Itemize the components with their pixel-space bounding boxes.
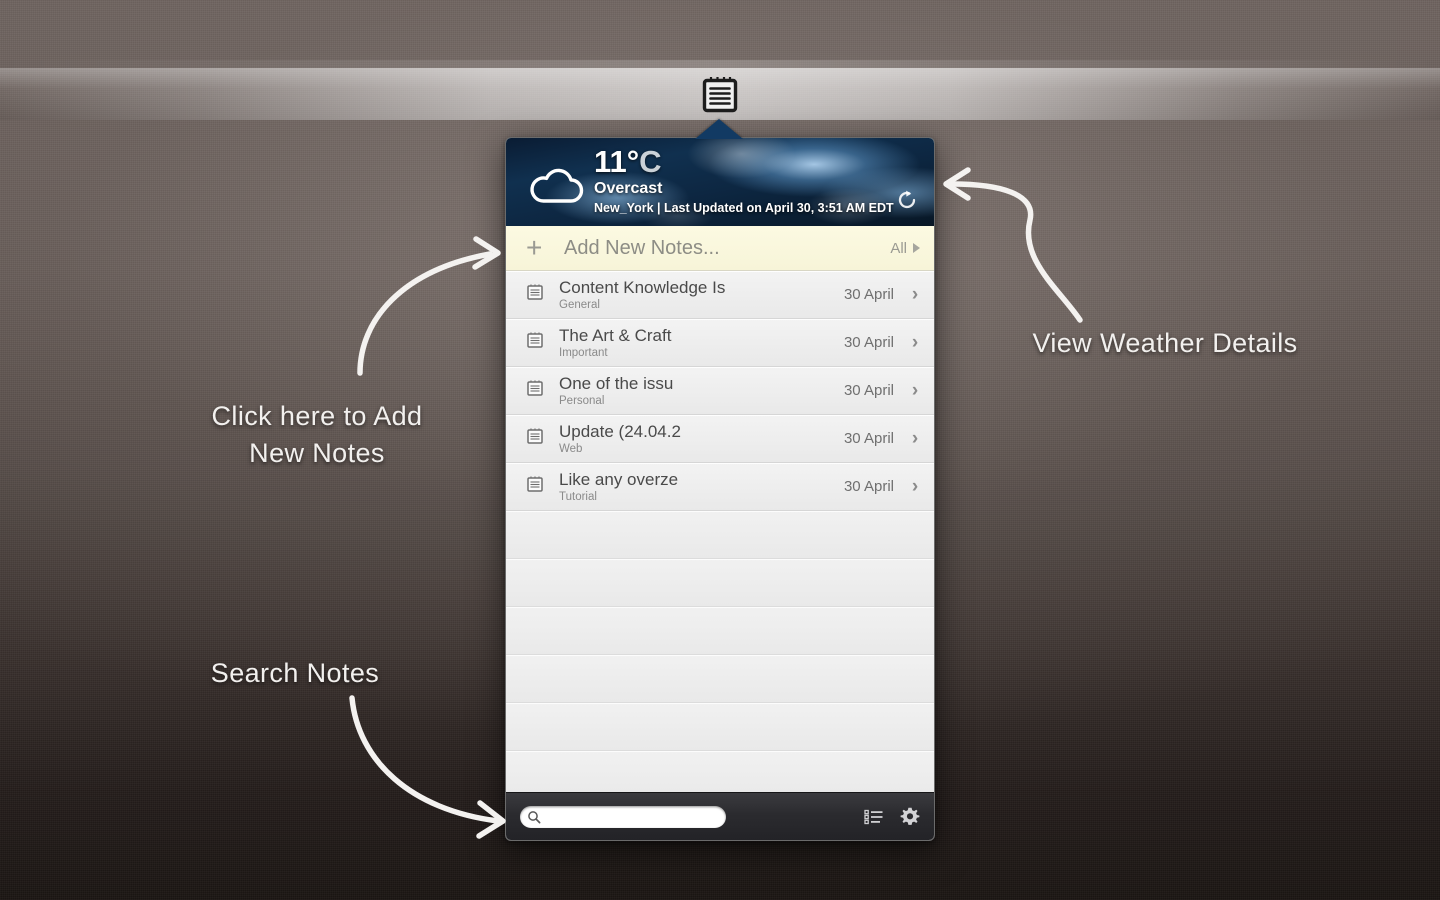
weather-meta: New_York | Last Updated on April 30, 3:5… xyxy=(594,201,894,215)
chevron-right-icon[interactable]: › xyxy=(908,476,922,498)
search-icon xyxy=(527,810,541,829)
popover-pointer xyxy=(695,119,743,139)
annotation-search-notes: Search Notes xyxy=(210,658,380,688)
temp-value: 11° xyxy=(594,144,640,179)
note-category: General xyxy=(559,298,600,311)
note-text-block: Like any overze Tutorial xyxy=(559,470,844,504)
gear-icon[interactable] xyxy=(900,807,920,827)
table-row[interactable]: Update (24.04.2 Web 30 April › xyxy=(506,415,934,463)
note-text-block: The Art & Craft Important xyxy=(559,326,844,360)
note-icon xyxy=(526,427,548,450)
weather-condition: Overcast xyxy=(594,180,663,197)
note-date: 30 April xyxy=(843,286,894,303)
filter-all-label[interactable]: All xyxy=(890,240,907,257)
note-title: Update (24.04.2 xyxy=(559,421,681,441)
note-icon xyxy=(526,331,548,354)
table-row[interactable]: Like any overze Tutorial 30 April › xyxy=(506,463,934,511)
empty-list-row xyxy=(506,703,934,751)
note-category: Web xyxy=(559,442,583,455)
plus-icon: + xyxy=(526,232,543,263)
note-date: 30 April xyxy=(843,334,894,351)
caret-right-icon[interactable] xyxy=(913,243,920,253)
chevron-right-icon[interactable]: › xyxy=(908,380,922,402)
note-text-block: One of the issu Personal xyxy=(559,374,844,408)
arrow-to-add-notes xyxy=(357,236,501,376)
annotation-weather-details: View Weather Details xyxy=(1032,328,1298,358)
note-date: 30 April xyxy=(843,478,894,495)
chevron-right-icon[interactable]: › xyxy=(908,428,922,450)
weather-text-block: 11°C Overcast New_York | Last Updated on… xyxy=(594,144,894,216)
note-category: Personal xyxy=(559,394,605,407)
note-title: One of the issu xyxy=(559,373,674,393)
note-icon xyxy=(526,475,548,498)
note-category: Important xyxy=(559,346,608,359)
menubar-notepad-icon[interactable] xyxy=(695,70,745,118)
toolbar-actions xyxy=(864,807,920,827)
search-field-wrapper[interactable] xyxy=(520,805,726,829)
note-icon xyxy=(526,283,548,306)
arrow-to-search xyxy=(349,695,506,839)
table-row[interactable]: The Art & Craft Important 30 April › xyxy=(506,319,934,367)
note-title: Like any overze xyxy=(559,469,679,489)
cloud-icon xyxy=(528,162,586,211)
add-new-notes-label: Add New Notes... xyxy=(564,236,720,259)
weather-temperature: 11°C xyxy=(594,144,894,180)
chevron-right-icon[interactable]: › xyxy=(908,284,922,306)
note-date: 30 April xyxy=(843,430,894,447)
temp-unit: C xyxy=(639,144,662,179)
arrow-to-weather xyxy=(943,167,1083,323)
note-icon xyxy=(526,379,548,402)
empty-list-row xyxy=(506,607,934,655)
add-new-notes-row[interactable]: + Add New Notes... All xyxy=(506,226,934,271)
notes-popover-panel: 11°C Overcast New_York | Last Updated on… xyxy=(505,137,935,841)
annotation-add-notes-line2: New Notes xyxy=(249,438,385,468)
note-date: 30 April xyxy=(843,382,894,399)
note-text-block: Update (24.04.2 Web xyxy=(559,422,844,456)
empty-list-row xyxy=(506,511,934,559)
weather-header[interactable]: 11°C Overcast New_York | Last Updated on… xyxy=(506,138,934,226)
note-text-block: Content Knowledge Is General xyxy=(559,278,844,312)
refresh-icon[interactable] xyxy=(896,189,918,216)
menubar-highlight xyxy=(0,60,1440,68)
annotation-add-notes: Click here to Add New Notes xyxy=(172,398,462,472)
annotation-add-notes-line1: Click here to Add xyxy=(211,401,423,431)
search-input[interactable] xyxy=(544,809,714,824)
note-title: Content Knowledge Is xyxy=(559,277,726,297)
table-row[interactable]: One of the issu Personal 30 April › xyxy=(506,367,934,415)
note-title: The Art & Craft xyxy=(559,325,672,345)
table-row[interactable]: Content Knowledge Is General 30 April › xyxy=(506,271,934,319)
note-category: Tutorial xyxy=(559,490,597,503)
empty-list-row xyxy=(506,655,934,703)
notes-list: Content Knowledge Is General 30 April › … xyxy=(506,271,934,794)
empty-list-row xyxy=(506,751,934,794)
bottom-toolbar xyxy=(506,792,934,840)
chevron-right-icon[interactable]: › xyxy=(908,332,922,354)
empty-list-row xyxy=(506,559,934,607)
list-view-icon[interactable] xyxy=(864,809,884,825)
